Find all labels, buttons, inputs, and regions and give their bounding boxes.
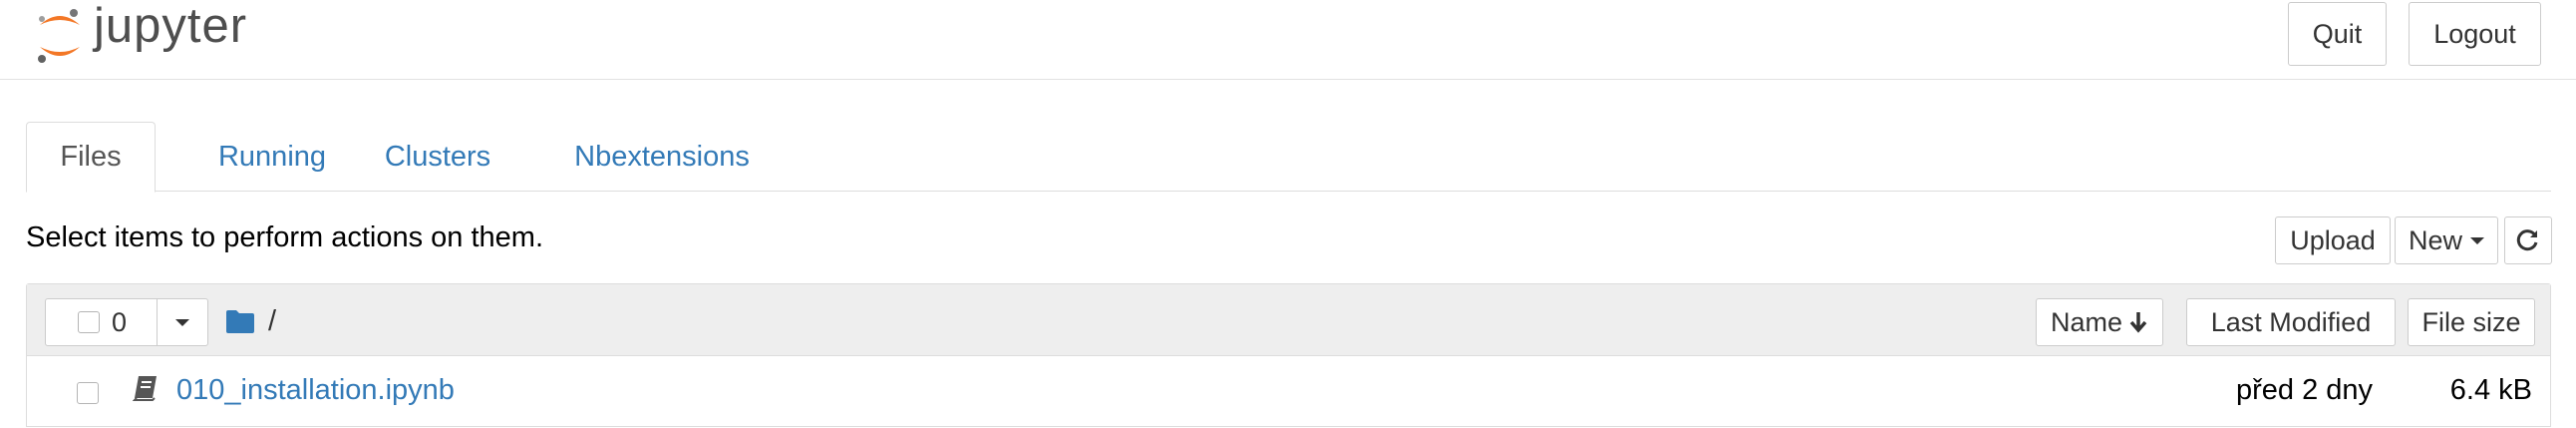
select-all-checkbox[interactable] [78,311,100,333]
new-dropdown-button[interactable]: New [2395,216,2498,264]
selected-count: 0 [112,306,128,337]
caret-down-icon [2470,236,2484,244]
breadcrumb-root[interactable]: / [268,305,276,338]
sort-file-size-button[interactable]: File size [2408,298,2535,346]
refresh-button[interactable] [2504,216,2552,264]
upload-button[interactable]: Upload [2275,216,2391,264]
folder-icon[interactable] [226,309,254,333]
new-button-label: New [2408,224,2462,255]
tab-files[interactable]: Files [26,122,156,193]
logo-text: jupyter [94,0,248,53]
tab-clusters[interactable]: Clusters [358,122,517,193]
file-list: 0 / Name Last Modified File size 010_ins… [26,283,2551,427]
jupyter-logo[interactable]: jupyter [32,0,247,70]
logout-button[interactable]: Logout [2409,2,2541,66]
arrow-down-icon [2129,312,2147,333]
row-checkbox[interactable] [77,382,99,404]
caret-down-icon [175,318,189,326]
jupyter-logo-icon [38,9,80,63]
tab-bar: Files Running Clusters Nbextensions [26,122,2551,193]
list-item[interactable]: 010_installation.ipynb před 2 dny 6.4 kB [27,356,2550,428]
selection-hint: Select items to perform actions on them. [26,221,543,253]
refresh-icon [2516,229,2538,251]
file-size: 6.4 kB [2449,374,2532,406]
sort-last-modified-button[interactable]: Last Modified [2186,298,2396,346]
tab-nbextensions[interactable]: Nbextensions [532,122,792,193]
quit-button[interactable]: Quit [2288,2,2387,66]
sort-name-label: Name [2050,306,2123,337]
tab-running[interactable]: Running [182,122,362,193]
file-modified: před 2 dny [2236,374,2374,406]
sort-name-button[interactable]: Name [2036,298,2163,346]
header-bar: jupyter Quit Logout [0,0,2576,80]
file-name-link[interactable]: 010_installation.ipynb [176,374,455,407]
notebook-icon [133,376,157,401]
breadcrumb: / [226,304,276,338]
file-list-header: 0 / Name Last Modified File size [27,284,2550,356]
select-all-control[interactable]: 0 [46,299,158,345]
select-all-group: 0 [45,298,208,346]
select-menu-button[interactable] [158,299,207,345]
